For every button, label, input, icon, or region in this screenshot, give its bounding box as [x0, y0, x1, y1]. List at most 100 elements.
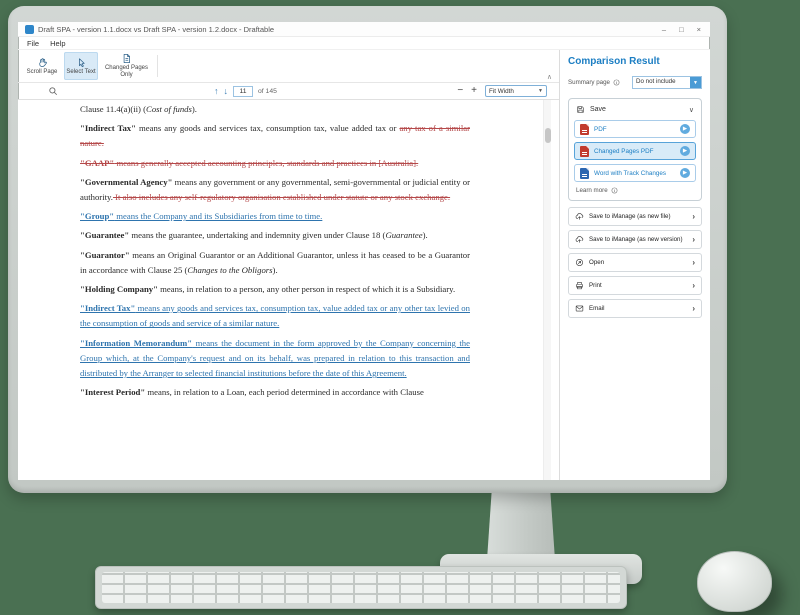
- save-word-track-changes-button[interactable]: Word with Track Changes ▶: [574, 164, 696, 182]
- info-icon[interactable]: [613, 79, 620, 86]
- monitor-bezel: Draft SPA - version 1.1.docx vs Draft SP…: [8, 6, 727, 493]
- chevron-right-icon: ›: [692, 304, 695, 313]
- toolbar: Scroll Page Select Text Changed Pages On…: [18, 50, 559, 83]
- save-section: Save ∨ PDF ▶ Changed Pages PDF ▶ Word wi…: [568, 98, 702, 201]
- save-imanage-new-file-label: Save to iManage (as new file): [589, 213, 687, 220]
- doc-paragraph: "Information Memorandum" means the docum…: [80, 336, 470, 382]
- scroll-page-button[interactable]: Scroll Page: [25, 52, 59, 80]
- doc-text-segment: Guarantee: [385, 230, 422, 240]
- save-imanage-new-version-button[interactable]: Save to iManage (as new version) ›: [568, 230, 702, 249]
- doc-paragraph: "Indirect Tax" means any goods and servi…: [80, 121, 470, 151]
- summary-page-value: Do not include: [633, 77, 690, 88]
- open-label: Open: [589, 259, 687, 266]
- next-change-icon[interactable]: ↓: [224, 87, 229, 96]
- doc-text-segment: "Guarantee": [80, 230, 129, 240]
- save-imanage-new-file-button[interactable]: Save to iManage (as new file) ›: [568, 207, 702, 226]
- toolbar-separator: [157, 55, 158, 77]
- doc-text-segment: Changes to the Obligors: [187, 265, 272, 275]
- changed-pages-icon: [121, 53, 132, 64]
- doc-text-segment: ).: [192, 104, 197, 114]
- search-icon[interactable]: [48, 86, 58, 96]
- page-number-input[interactable]: [233, 86, 253, 97]
- doc-paragraph: "Governmental Agency" means any governme…: [80, 175, 470, 205]
- email-button[interactable]: Email ›: [568, 299, 702, 318]
- doc-text-segment: "Holding Company": [80, 284, 158, 294]
- doc-text-segment: "GAAP": [80, 158, 114, 168]
- app-icon: [25, 25, 34, 34]
- changed-pages-only-label: Changed Pages Only: [103, 65, 150, 78]
- info-icon: [611, 187, 618, 194]
- save-pdf-button[interactable]: PDF ▶: [574, 120, 696, 138]
- close-button[interactable]: ×: [697, 25, 701, 34]
- cloud-upload-icon: [575, 212, 584, 221]
- page-total-label: of 145: [258, 88, 277, 95]
- changed-pages-only-button[interactable]: Changed Pages Only: [103, 52, 150, 80]
- doc-text-segment: "Guarantor": [80, 250, 130, 260]
- doc-text-segment: means generally accepted accounting prin…: [114, 158, 418, 168]
- zoom-mode-dropdown[interactable]: Fit Width ▼: [485, 85, 547, 97]
- save-changed-pages-pdf-button[interactable]: Changed Pages PDF ▶: [574, 142, 696, 160]
- save-changed-pages-pdf-label: Changed Pages PDF: [594, 148, 675, 155]
- app-window: Draft SPA - version 1.1.docx vs Draft SP…: [18, 22, 710, 480]
- cloud-upload-icon: [575, 235, 584, 244]
- go-arrow-icon[interactable]: ▶: [680, 168, 690, 178]
- monitor-stand-neck: [487, 490, 555, 560]
- summary-page-dropdown[interactable]: Do not include ▼: [632, 76, 702, 89]
- cursor-icon: [76, 57, 87, 68]
- zoom-mode-value: Fit Width: [489, 88, 536, 95]
- doc-text-segment: means the guarantee, undertaking and ind…: [129, 230, 385, 240]
- print-button[interactable]: Print ›: [568, 276, 702, 295]
- doc-paragraph: "Interest Period" means, in relation to …: [80, 385, 470, 400]
- chevron-down-icon: ▼: [690, 77, 701, 88]
- maximize-button[interactable]: □: [679, 25, 684, 34]
- scroll-page-label: Scroll Page: [27, 69, 58, 76]
- vertical-scrollbar[interactable]: [543, 100, 551, 480]
- chevron-right-icon: ›: [692, 258, 695, 267]
- menu-help[interactable]: Help: [50, 39, 65, 48]
- keyboard-keys: [102, 572, 620, 603]
- doc-text-segment: "Governmental Agency": [80, 177, 172, 187]
- collapse-toolbar-icon[interactable]: ∧: [547, 73, 552, 81]
- email-label: Email: [589, 305, 687, 312]
- zoom-in-button[interactable]: +: [471, 86, 477, 96]
- chevron-down-icon: ▼: [538, 88, 543, 94]
- learn-more-link[interactable]: Learn more: [574, 186, 696, 197]
- keyboard: [95, 566, 627, 609]
- pdf-file-icon: [580, 124, 589, 135]
- hand-icon: [37, 57, 48, 68]
- learn-more-label: Learn more: [576, 187, 608, 194]
- open-button[interactable]: Open ›: [568, 253, 702, 272]
- save-label: Save: [590, 106, 606, 113]
- doc-paragraph: Clause 11.4(a)(ii) (Cost of funds).: [80, 102, 470, 117]
- save-pdf-label: PDF: [594, 126, 675, 133]
- previous-change-icon[interactable]: ↑: [214, 87, 219, 96]
- panel-title: Comparison Result: [568, 56, 702, 67]
- document-text: Clause 11.4(a)(ii) (Cost of funds). "Indi…: [80, 102, 470, 404]
- minimize-button[interactable]: –: [662, 25, 666, 34]
- doc-paragraph: "Indirect Tax" means any goods and servi…: [80, 301, 470, 331]
- document-page[interactable]: Clause 11.4(a)(ii) (Cost of funds). "Indi…: [18, 100, 559, 480]
- doc-text-segment: means any goods and services tax, consum…: [80, 303, 470, 328]
- doc-paragraph: "GAAP" means generally accepted accounti…: [80, 156, 470, 171]
- chevron-up-icon: ∨: [689, 106, 694, 114]
- select-text-button[interactable]: Select Text: [64, 52, 98, 80]
- go-arrow-icon[interactable]: ▶: [680, 124, 690, 134]
- save-imanage-new-version-label: Save to iManage (as new version): [589, 236, 687, 243]
- doc-text-segment: It also includes any self-regulatory org…: [113, 192, 450, 202]
- chevron-right-icon: ›: [692, 235, 695, 244]
- go-arrow-icon[interactable]: ▶: [680, 146, 690, 156]
- summary-page-label: Summary page: [568, 79, 610, 86]
- mouse: [697, 551, 772, 612]
- doc-text-segment: ).: [273, 265, 278, 275]
- zoom-out-button[interactable]: −: [457, 86, 463, 96]
- doc-text-segment: means, in relation to a person, any othe…: [158, 284, 455, 294]
- save-section-header[interactable]: Save ∨: [574, 104, 696, 120]
- select-text-label: Select Text: [66, 69, 95, 76]
- menu-file[interactable]: File: [27, 39, 39, 48]
- scrollbar-thumb[interactable]: [545, 128, 551, 143]
- document-toolbar: ↑ ↓ of 145 − + Fit Width ▼: [18, 83, 559, 100]
- doc-paragraph: "Holding Company" means, in relation to …: [80, 282, 470, 297]
- open-icon: [575, 258, 584, 267]
- docx-file-icon: [580, 168, 589, 179]
- doc-text-segment: "Interest Period": [80, 387, 145, 397]
